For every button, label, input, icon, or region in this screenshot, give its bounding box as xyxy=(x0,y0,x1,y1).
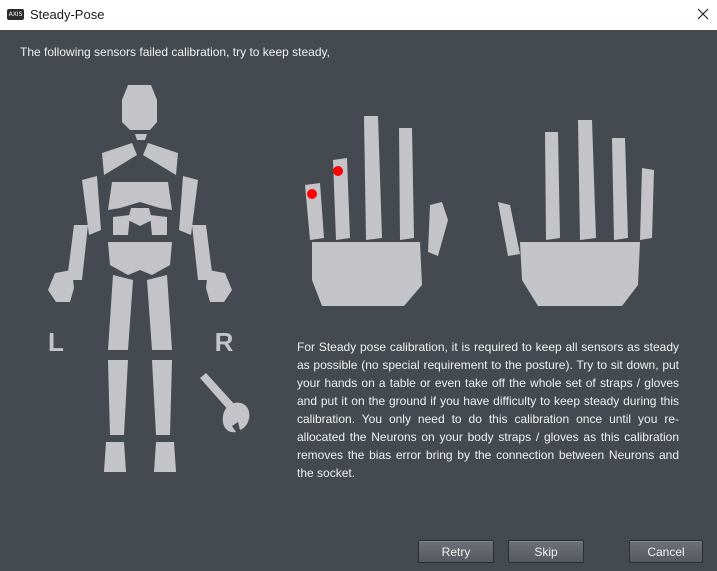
cancel-button[interactable]: Cancel xyxy=(629,540,703,563)
skip-button[interactable]: Skip xyxy=(508,540,584,563)
sensor-diagram: L R xyxy=(48,85,654,472)
dialog-content: The following sensors failed calibration… xyxy=(0,30,717,571)
left-hand-diagram xyxy=(305,116,448,306)
title-bar: AXIS Steady-Pose xyxy=(0,0,717,30)
window-title: Steady-Pose xyxy=(30,7,105,22)
failed-sensor-marker xyxy=(307,189,317,199)
left-side-label: L xyxy=(48,327,64,357)
calibration-instructions: For Steady pose calibration, it is requi… xyxy=(297,340,679,480)
failed-sensor-marker xyxy=(333,166,343,176)
retry-button[interactable]: Retry xyxy=(418,540,494,563)
right-side-label: R xyxy=(215,327,234,357)
wrench-icon xyxy=(200,373,250,433)
right-hand-diagram xyxy=(498,120,654,306)
body-silhouette xyxy=(48,85,232,472)
app-logo-icon: AXIS xyxy=(7,9,24,20)
steady-pose-dialog: AXIS Steady-Pose The following sensors f… xyxy=(0,0,717,571)
close-icon xyxy=(697,8,709,20)
close-button[interactable] xyxy=(688,5,716,25)
